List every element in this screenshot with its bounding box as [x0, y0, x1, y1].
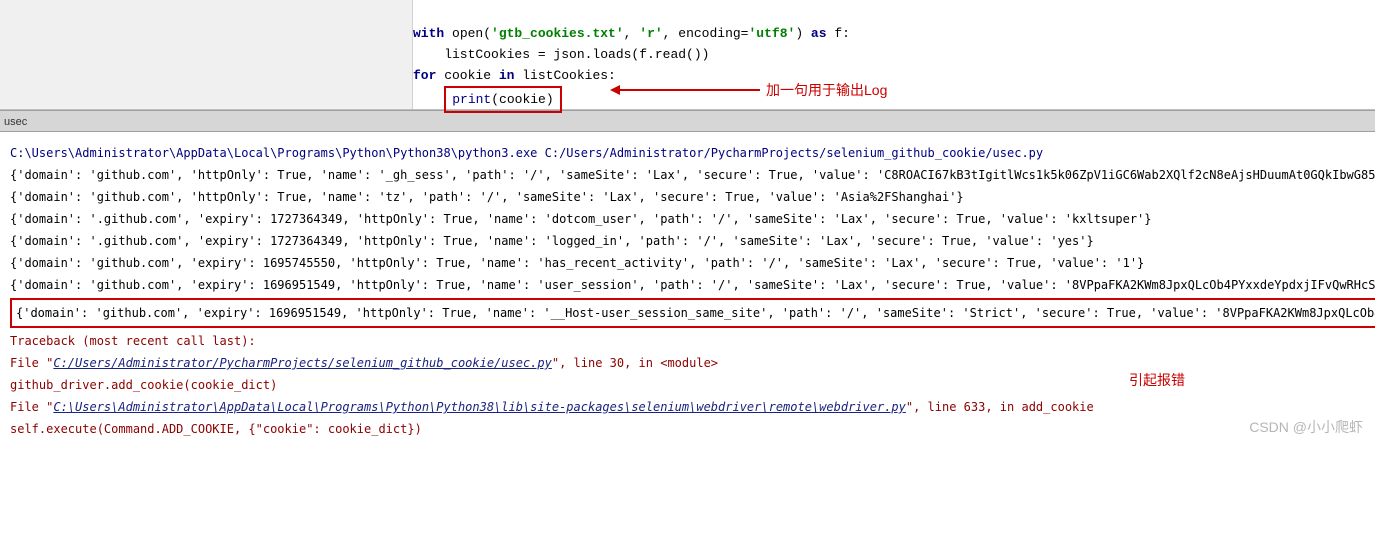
code-text: open(: [444, 26, 491, 41]
watermark: CSDN @小小爬虾: [1249, 416, 1363, 438]
code-text: for: [413, 68, 436, 83]
highlighted-cookie-row: {'domain': 'github.com', 'expiry': 16969…: [10, 298, 1375, 328]
output-line: {'domain': '.github.com', 'expiry': 1727…: [10, 208, 1369, 230]
code-text: in: [499, 68, 515, 83]
code-text: cookie: [436, 68, 498, 83]
code-text: ): [795, 26, 811, 41]
run-tab-label[interactable]: usec: [4, 116, 27, 128]
annotation-cause-error: 引起报错: [1129, 370, 1185, 392]
traceback-text: ", line 30, in <module>: [552, 356, 718, 370]
code-text: 'r': [639, 26, 662, 41]
editor-gutter: [0, 0, 413, 109]
output-line: {'domain': 'github.com', 'expiry': 16969…: [10, 274, 1369, 296]
code-text: f:: [827, 26, 850, 41]
code-text: with: [413, 26, 444, 41]
traceback-call-2: self.execute(Command.ADD_COOKIE, {"cooki…: [10, 418, 1369, 440]
code-text: as: [811, 26, 827, 41]
code-text: , encoding=: [663, 26, 749, 41]
code-editor[interactable]: with open('gtb_cookies.txt', 'r', encodi…: [0, 0, 1375, 110]
code-text: (cookie): [491, 92, 553, 107]
command-line: C:\Users\Administrator\AppData\Local\Pro…: [10, 142, 1369, 164]
arrow-head-icon: [610, 85, 620, 95]
traceback-header: Traceback (most recent call last):: [10, 330, 1369, 352]
arrow-line: [620, 89, 760, 91]
output-pane[interactable]: C:\Users\Administrator\AppData\Local\Pro…: [0, 132, 1375, 446]
code-text: listCookies = json.loads(f.read()): [413, 47, 709, 62]
code-text: listCookies:: [514, 68, 615, 83]
code-text: print: [452, 92, 491, 107]
code-text: 'utf8': [749, 26, 796, 41]
traceback-link[interactable]: C:/Users/Administrator/PycharmProjects/s…: [53, 356, 552, 370]
annotation-arrow: 加一句用于输出Log: [620, 80, 887, 100]
traceback-text: ", line 633, in add_cookie: [906, 400, 1094, 414]
output-line: {'domain': 'github.com', 'expiry': 16957…: [10, 252, 1369, 274]
output-line: {'domain': 'github.com', 'httpOnly': Tru…: [10, 164, 1369, 186]
traceback-text: File ": [10, 356, 53, 370]
traceback-text: File ": [10, 400, 53, 414]
annotation-add-log: 加一句用于输出Log: [766, 80, 887, 100]
traceback-file-2: File "C:\Users\Administrator\AppData\Loc…: [10, 396, 1369, 418]
traceback-link[interactable]: C:\Users\Administrator\AppData\Local\Pro…: [53, 400, 906, 414]
output-line: {'domain': '.github.com', 'expiry': 1727…: [10, 230, 1369, 252]
output-line: {'domain': 'github.com', 'httpOnly': Tru…: [10, 186, 1369, 208]
code-text: 'gtb_cookies.txt': [491, 26, 624, 41]
print-cookie-highlight: print(cookie): [444, 86, 561, 113]
code-text: ,: [624, 26, 640, 41]
